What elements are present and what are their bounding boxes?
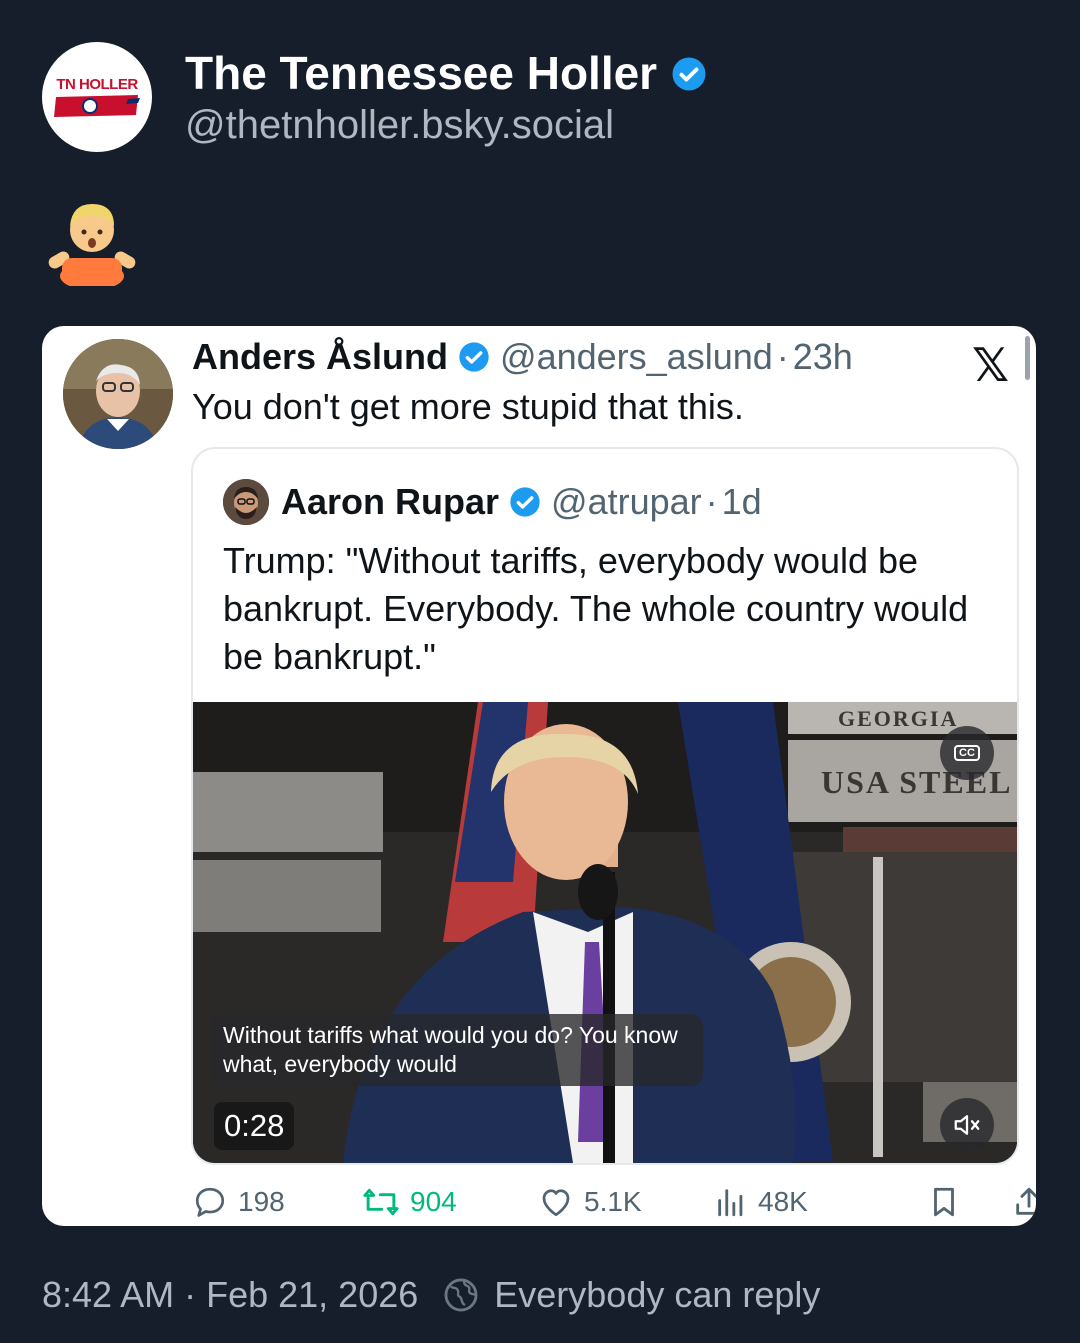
repost-action[interactable]: 904 [362, 1184, 457, 1220]
embed-author-handle[interactable]: @anders_aslund [500, 336, 773, 378]
globe-icon [442, 1276, 480, 1314]
quoted-post-header: Aaron Rupar @atrupar · 1d [223, 479, 762, 525]
embed-action-bar: 198 904 5.1K 48K [192, 1184, 1036, 1224]
author-avatar[interactable]: TN HOLLER [42, 42, 152, 152]
bookmark-icon [934, 1187, 954, 1217]
cc-icon: CC [954, 745, 980, 761]
separator-dot: · [776, 336, 789, 377]
author-name-text: The Tennessee Holler [185, 46, 658, 99]
embed-author-name[interactable]: Anders Åslund [192, 336, 448, 378]
closed-captions-button[interactable]: CC [940, 726, 994, 780]
person-shrugging-emoji [48, 204, 136, 286]
quoted-time: 1d [721, 481, 762, 522]
post-header: TN HOLLER The Tennessee Holler @thetnhol… [42, 42, 707, 152]
reply-count: 198 [238, 1186, 285, 1217]
reply-setting[interactable]: Everybody can reply [494, 1274, 820, 1316]
bookmark-button[interactable] [927, 1184, 961, 1220]
reply-icon [192, 1184, 228, 1220]
like-count: 5.1K [584, 1186, 642, 1217]
author-name[interactable]: The Tennessee Holler [185, 46, 707, 101]
like-action[interactable]: 5.1K [538, 1184, 642, 1220]
verified-badge-icon [671, 56, 707, 92]
post-footer: 8:42 AM · Feb 21, 2026 Everybody can rep… [42, 1274, 820, 1316]
reply-action[interactable]: 198 [192, 1184, 285, 1220]
video-player[interactable]: GEORGIA USA STEEL Without tariffs what w… [193, 702, 1017, 1163]
embed-time: 23h [792, 336, 853, 377]
share-icon [1016, 1187, 1036, 1215]
separator-dot: · [705, 481, 718, 522]
speaker-muted-icon [954, 1115, 980, 1135]
repost-count: 904 [410, 1186, 457, 1217]
share-button[interactable] [1012, 1184, 1036, 1220]
quoted-author-handle[interactable]: @atrupar [551, 481, 702, 523]
mute-button[interactable] [940, 1098, 994, 1152]
x-logo-icon: 𝕏 [972, 339, 1010, 391]
author-handle[interactable]: @thetnholler.bsky.social [185, 103, 707, 148]
verified-badge-icon [458, 341, 490, 373]
views-action[interactable]: 48K [714, 1184, 808, 1220]
embed-post-header: Anders Åslund @anders_aslund · 23h [192, 336, 853, 378]
video-caption: Without tariffs what would you do? You k… [211, 1014, 703, 1086]
embed-post-text: You don't get more stupid that this. [192, 386, 744, 427]
embedded-x-post[interactable]: Anders Åslund @anders_aslund · 23h You d… [42, 326, 1036, 1226]
embed-author-avatar[interactable] [63, 339, 173, 449]
scrollbar[interactable] [1025, 336, 1030, 380]
background-sign-georgia: GEORGIA [838, 706, 959, 731]
quoted-author-name[interactable]: Aaron Rupar [281, 481, 499, 523]
avatar-logo: TN HOLLER [56, 75, 138, 93]
views-count: 48K [758, 1186, 808, 1217]
quoted-post-text: Trump: "Without tariffs, everybody would… [223, 540, 969, 677]
separator-dot: · [184, 1274, 197, 1315]
quoted-author-avatar[interactable] [223, 479, 269, 525]
tennessee-flag-icon [54, 94, 140, 117]
post-date: Feb 21, 2026 [206, 1274, 419, 1315]
heart-icon [538, 1184, 574, 1220]
quoted-post[interactable]: Aaron Rupar @atrupar · 1d Trump: "Withou… [191, 447, 1019, 1165]
post-time: 8:42 AM [42, 1274, 175, 1315]
verified-badge-icon [509, 486, 541, 518]
repost-icon [362, 1184, 400, 1220]
views-chart-icon [714, 1184, 748, 1220]
video-duration: 0:28 [214, 1102, 295, 1150]
